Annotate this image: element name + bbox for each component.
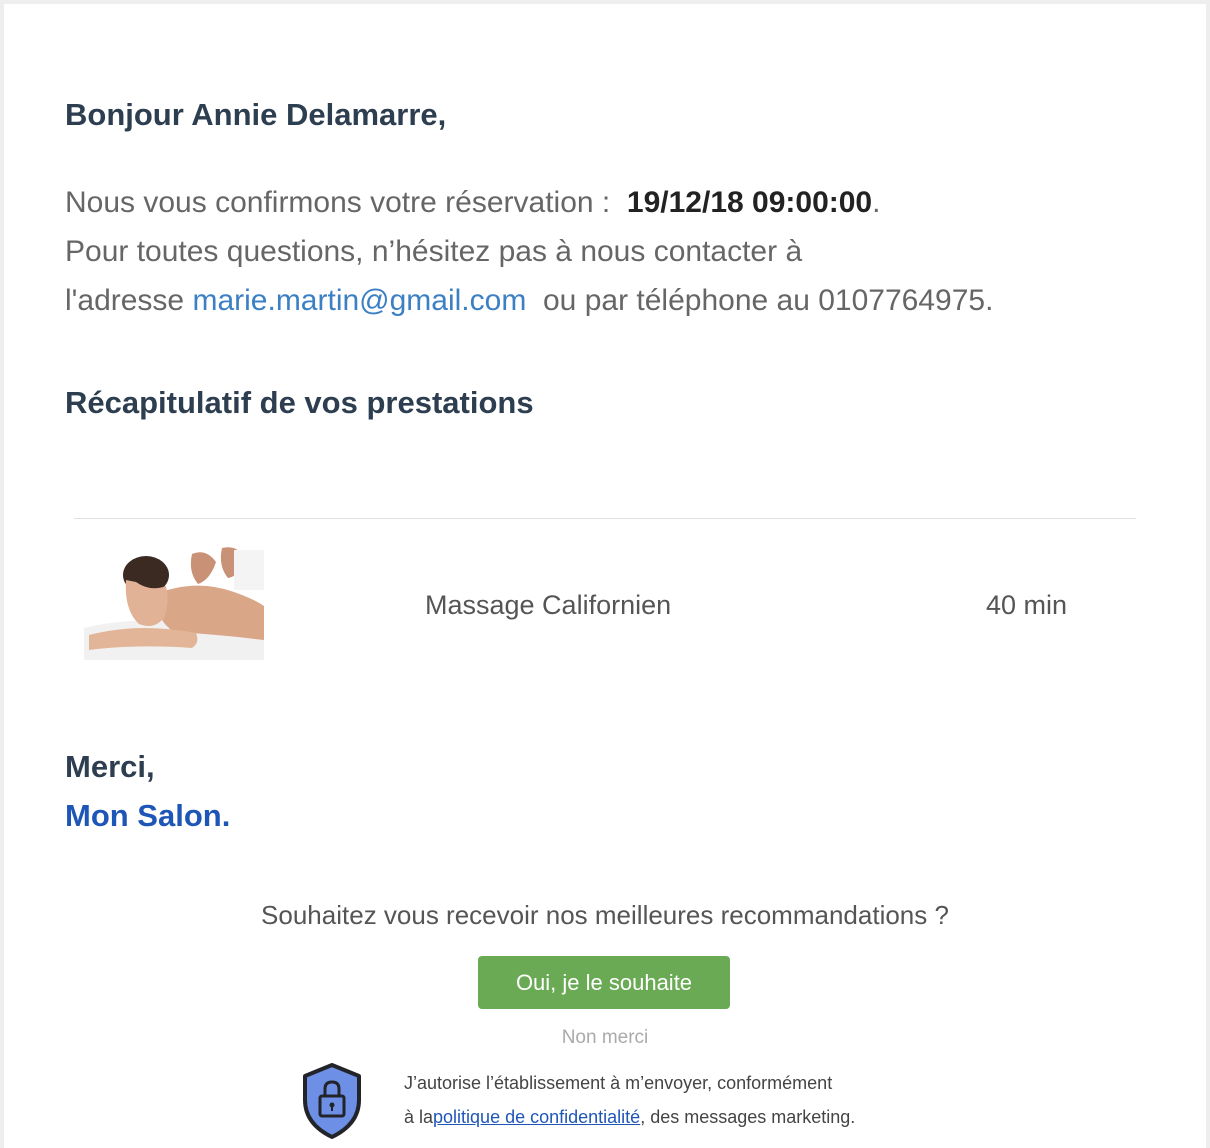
confirm-prefix: Nous vous confirmons votre réservation : [65, 186, 611, 219]
consent-text: J’autorise l’établissement à m’envoyer, … [404, 1066, 855, 1134]
service-duration: 40 min [986, 590, 1068, 620]
consent-suffix: , des messages marketing. [640, 1107, 856, 1127]
recap-divider [74, 518, 1136, 519]
phone-number: 0107764975 [818, 284, 986, 317]
service-name: Massage Californien [425, 590, 672, 620]
recap-heading: Récapitulatif de vos prestations [65, 385, 534, 420]
salon-name: Mon Salon. [65, 798, 231, 833]
recommendations-question: Souhaitez vous recevoir nos meilleures r… [261, 900, 949, 930]
phone-suffix: . [985, 284, 994, 317]
reservation-datetime: 19/12/18 09:00:00 [626, 186, 873, 219]
confirmation-paragraph: Nous vous confirmons votre réservation :… [65, 178, 1165, 325]
thanks-text: Merci, [65, 749, 155, 784]
email-address-link[interactable]: marie.martin@gmail.com [192, 284, 526, 317]
consent-line-1: J’autorise l’établissement à m’envoyer, … [404, 1073, 833, 1093]
confirm-suffix: . [872, 186, 881, 219]
address-prefix: l'adresse [65, 284, 185, 317]
contact-line: Pour toutes questions, n’hésitez pas à n… [65, 235, 803, 268]
greeting-heading: Bonjour Annie Delamarre, [65, 97, 447, 132]
no-thanks-link[interactable]: Non merci [4, 1027, 1206, 1049]
or-text: ou par téléphone au [543, 284, 810, 317]
email-card: Bonjour Annie Delamarre, Nous vous confi… [4, 4, 1206, 1148]
consent-prefix: à la [404, 1107, 434, 1127]
consent-line-2: à lapolitique de confidentialité, des me… [404, 1100, 855, 1134]
yes-subscribe-button[interactable]: Oui, je le souhaite [478, 956, 730, 1009]
privacy-policy-link[interactable]: politique de confidentialité [433, 1107, 640, 1127]
confirmation-line: Nous vous confirmons votre réservation :… [65, 178, 1165, 227]
massage-photo [84, 540, 264, 660]
shield-lock-icon [303, 1063, 361, 1139]
address-line: l'adresse marie.martin@gmail.com ou par … [65, 276, 1165, 325]
